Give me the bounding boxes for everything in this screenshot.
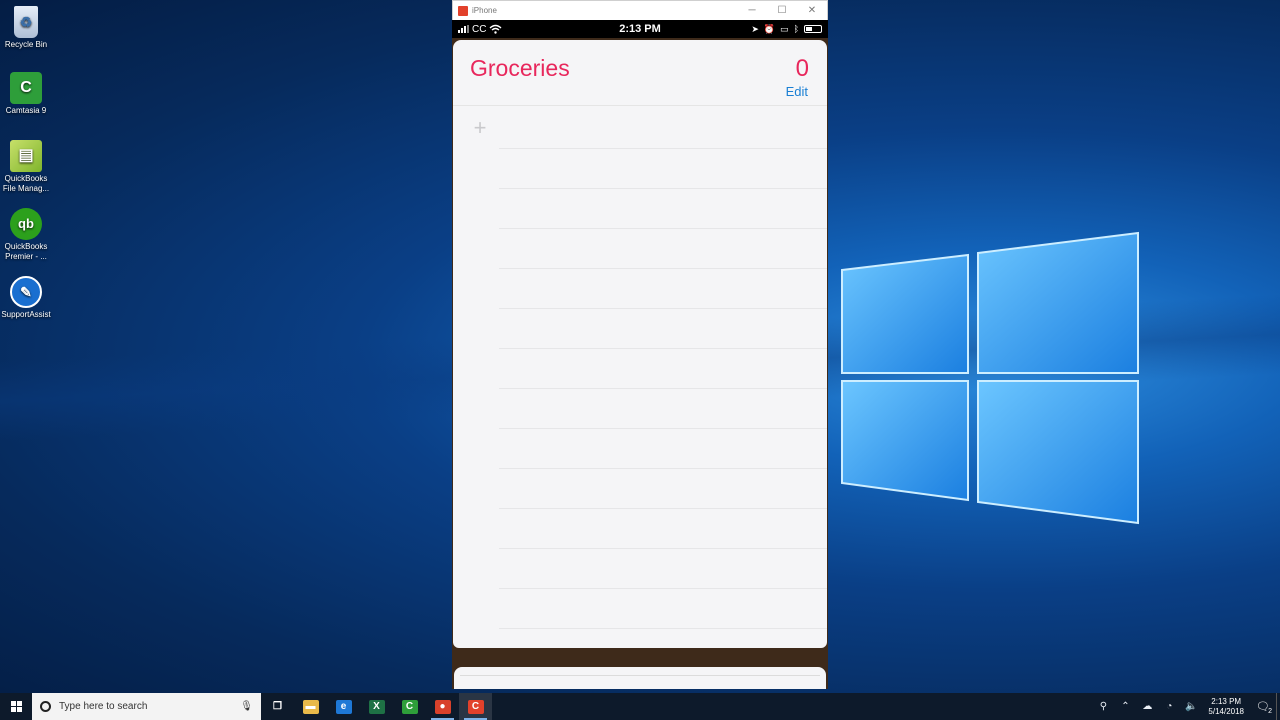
close-button[interactable]: ✕ [797, 5, 827, 16]
windows-logo-wallpaper [841, 231, 1139, 525]
ruled-line [499, 548, 827, 549]
carrier-label: CC [472, 23, 487, 35]
action-center-button[interactable]: 🗨 2 [1250, 700, 1276, 715]
ruled-line [499, 388, 827, 389]
reminder-count: 0 [795, 55, 809, 82]
reminders-list: Groceries 0 Edit + [453, 40, 827, 648]
bluetooth-icon: ᛒ [793, 24, 799, 34]
desktop-icon-camtasia[interactable]: C Camtasia 9 [0, 72, 52, 116]
file-explorer-icon: ▬ [302, 699, 319, 714]
ruled-line [499, 508, 827, 509]
show-desktop-button[interactable] [1276, 693, 1280, 720]
desktop-icon-label: SupportAssist [1, 310, 51, 319]
maximize-button[interactable]: ☐ [767, 5, 797, 16]
ruled-line [499, 348, 827, 349]
ruled-line [499, 468, 827, 469]
app-badge-icon [458, 5, 468, 16]
taskbar: Type here to search 🎙 ❐ ▬ e X C ● C ⚲ ⌃ … [0, 693, 1280, 720]
edit-button[interactable]: Edit [786, 84, 808, 99]
onedrive-icon[interactable]: ☁ [1136, 701, 1158, 712]
task-view-icon: ❐ [273, 701, 282, 712]
desktop-icon-supportassist[interactable]: ✎ SupportAssist [0, 276, 52, 320]
desktop-icon-quickbooks-premier[interactable]: qb QuickBooks Premier - ... [0, 208, 52, 262]
taskbar-search-box[interactable]: Type here to search 🎙 [32, 693, 261, 720]
task-view-button[interactable]: ❐ [261, 693, 294, 720]
taskbar-app-edge[interactable]: e [327, 693, 360, 720]
camtasia-recorder-icon: C [467, 699, 484, 714]
camtasia-icon: C [10, 72, 42, 104]
next-list-card[interactable] [454, 667, 826, 689]
camtasia-icon: C [401, 699, 418, 714]
wifi-icon [489, 24, 502, 34]
quickbooks-premier-icon: qb [10, 208, 42, 240]
iphone-window: iPhone ─ ☐ ✕ CC 2:13 PM ➤ ⏰ ▭ ᛒ Grocerie… [452, 0, 828, 689]
ruled-line [499, 188, 827, 189]
cellular-signal-icon [458, 25, 469, 33]
system-tray: ⚲ ⌃ ☁ ◔ 🔈 2:13 PM 5/14/2018 🗨 2 [1092, 693, 1280, 720]
volume-icon[interactable]: 🔈 [1180, 701, 1202, 712]
clock-date: 5/14/2018 [1208, 706, 1244, 716]
ruled-line [499, 268, 827, 269]
taskbar-clock[interactable]: 2:13 PM 5/14/2018 [1202, 697, 1250, 717]
notification-count-badge: 2 [1268, 708, 1272, 715]
taskbar-app-camtasia-recorder[interactable]: C [459, 693, 492, 720]
list-header: Groceries 0 Edit [453, 40, 827, 106]
taskbar-app-excel[interactable]: X [360, 693, 393, 720]
desktop-icon-label: QuickBooks Premier - ... [4, 242, 48, 261]
taskbar-app-file-explorer[interactable]: ▬ [294, 693, 327, 720]
window-titlebar[interactable]: iPhone ─ ☐ ✕ [452, 0, 828, 20]
supportassist-icon: ✎ [10, 276, 42, 308]
ruled-line [499, 588, 827, 589]
excel-icon: X [368, 699, 385, 714]
add-reminder-icon[interactable]: + [471, 117, 489, 139]
desktop-icon-quickbooks-file-manager[interactable]: ▤ QuickBooks File Manag... [0, 140, 52, 194]
edge-icon: e [335, 699, 352, 714]
desktop-icon-label: QuickBooks File Manag... [2, 174, 50, 193]
recycle-bin-icon: ♻ [14, 6, 38, 38]
ruled-line [499, 628, 827, 629]
desktop-icon-recycle-bin[interactable]: ♻ Recycle Bin [0, 6, 52, 50]
show-hidden-icons-chevron-icon[interactable]: ⌃ [1114, 701, 1136, 712]
windows-start-icon [10, 701, 22, 712]
ruled-line [499, 308, 827, 309]
desktop-icon-label: Camtasia 9 [5, 106, 47, 115]
desktop-icon-label: Recycle Bin [4, 40, 48, 49]
window-title: iPhone [472, 6, 497, 15]
ios-status-bar: CC 2:13 PM ➤ ⏰ ▭ ᛒ [452, 20, 828, 38]
battery-icon [804, 25, 822, 33]
people-icon[interactable]: ⚲ [1092, 701, 1114, 712]
recorder-icon: ● [434, 699, 451, 714]
airplay-icon: ▭ [780, 23, 789, 34]
clock-time: 2:13 PM [1211, 696, 1242, 706]
start-button[interactable] [0, 693, 32, 720]
minimize-button[interactable]: ─ [737, 5, 767, 16]
list-title: Groceries [470, 55, 570, 81]
location-icon: ➤ [751, 23, 759, 34]
taskbar-app-recorder[interactable]: ● [426, 693, 459, 720]
alarm-icon: ⏰ [763, 23, 776, 34]
taskbar-app-camtasia[interactable]: C [393, 693, 426, 720]
ruled-line [499, 228, 827, 229]
ruled-line [499, 148, 827, 149]
microphone-icon[interactable]: 🎙 [240, 701, 253, 712]
wifi-icon[interactable]: ◔ [1158, 701, 1180, 712]
search-placeholder: Type here to search [59, 701, 148, 712]
ruled-line [499, 428, 827, 429]
quickbooks-file-manager-icon: ▤ [10, 140, 42, 172]
cortana-search-icon [40, 701, 51, 712]
